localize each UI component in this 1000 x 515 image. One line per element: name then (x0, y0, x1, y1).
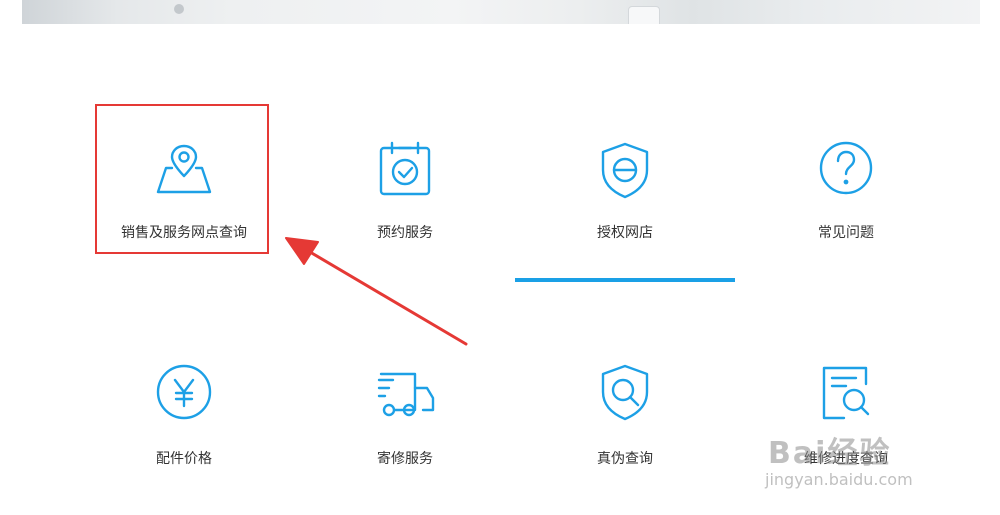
service-label: 销售及服务网点查询 (121, 225, 247, 241)
service-tile-mail-repair[interactable]: 寄修服务 (295, 352, 515, 502)
selected-tab-indicator (515, 278, 735, 282)
service-label: 常见问题 (818, 225, 874, 241)
service-label: 配件价格 (156, 451, 212, 467)
watermark-logo: Bai经验 (768, 436, 892, 471)
page: 销售及服务网点查询 预约服务 授权网店 常见问题 配件价格 寄修服务 真伪查询 … (0, 0, 1000, 515)
truck-icon (375, 362, 435, 422)
service-label: 授权网店 (597, 225, 653, 241)
service-label: 预约服务 (377, 225, 433, 241)
map-location-icon (154, 140, 214, 200)
service-tile-outlets[interactable]: 销售及服务网点查询 (74, 104, 294, 254)
service-label: 真伪查询 (597, 451, 653, 467)
service-tile-authorized-stores[interactable]: 授权网店 (515, 104, 735, 254)
service-tile-appointment[interactable]: 预约服务 (295, 104, 515, 254)
service-label: 寄修服务 (377, 451, 433, 467)
service-tile-parts-price[interactable]: 配件价格 (74, 352, 294, 502)
shield-search-icon (595, 362, 655, 422)
question-circle-icon (816, 140, 876, 200)
service-tile-authenticity-check[interactable]: 真伪查询 (515, 352, 735, 502)
service-tile-faq[interactable]: 常见问题 (736, 104, 956, 254)
yen-circle-icon (154, 362, 214, 422)
document-search-icon (816, 362, 876, 422)
shield-e-icon (595, 140, 655, 200)
hero-banner-image (22, 0, 980, 24)
calendar-check-icon (375, 140, 435, 200)
watermark-url: jingyan.baidu.com (765, 470, 913, 489)
